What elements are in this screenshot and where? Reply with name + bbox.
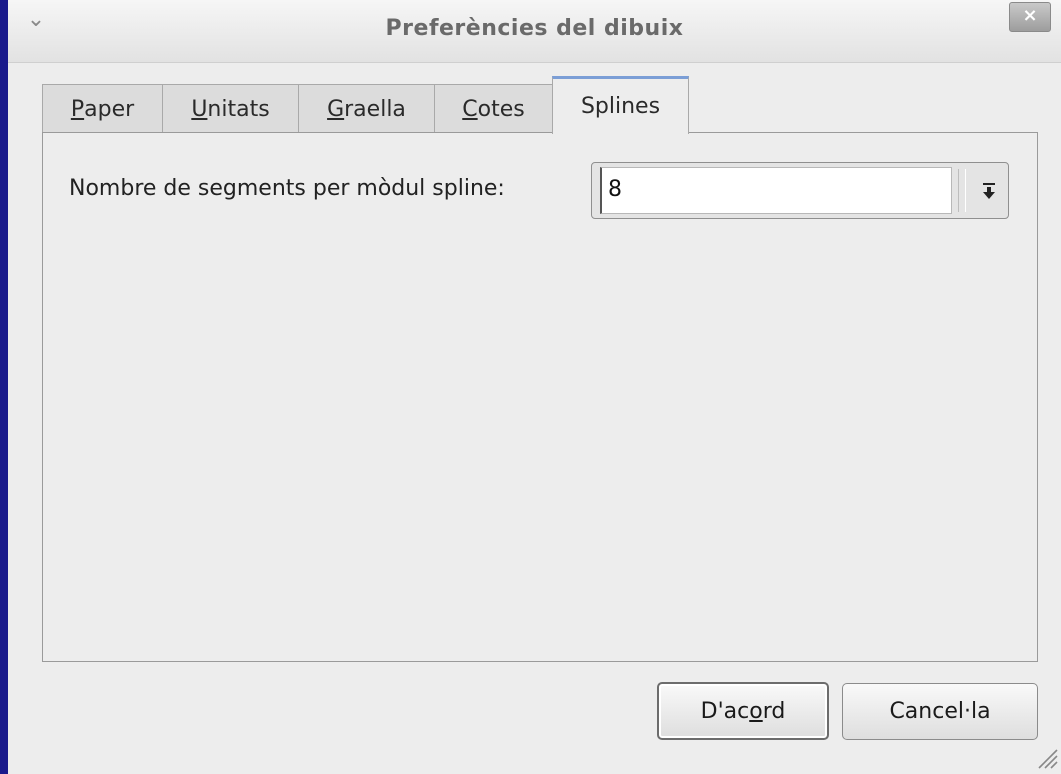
ok-label-pre: D'ac	[700, 698, 750, 724]
segments-input[interactable]	[608, 177, 938, 202]
segments-combo[interactable]	[591, 162, 1009, 219]
tab-cotes-mnemonic: C	[462, 96, 478, 122]
tab-splines-label: Splines	[580, 94, 661, 119]
tab-graella-label: raella	[344, 96, 406, 122]
tab-unitats-mnemonic: U	[191, 96, 208, 122]
tab-cotes[interactable]: Cotes	[434, 84, 553, 133]
window-title: Preferències del dibuix	[385, 16, 684, 41]
ok-label-post: rd	[762, 698, 786, 724]
tab-paper-mnemonic: P	[70, 96, 85, 122]
tab-unitats-label: nitats	[207, 96, 270, 122]
tab-graella[interactable]: Graella	[298, 84, 435, 133]
tab-cotes-label: otes	[477, 96, 525, 122]
segments-entry-frame[interactable]	[600, 167, 952, 214]
tab-graella-mnemonic: G	[327, 96, 345, 122]
splines-panel: Nombre de segments per mòdul spline:	[42, 132, 1038, 662]
tab-splines[interactable]: Splines	[552, 76, 689, 134]
segments-label: Nombre de segments per mòdul spline:	[69, 176, 505, 201]
ok-button[interactable]: D'ac o rd	[657, 682, 829, 740]
resize-grip-icon[interactable]	[1033, 744, 1059, 770]
tab-paper[interactable]: Paper	[42, 84, 163, 133]
close-button[interactable]: ×	[1009, 2, 1051, 32]
cancel-button[interactable]: Cancel·la	[842, 683, 1038, 740]
down-arrow-icon	[983, 182, 995, 199]
preferences-dialog: ⌄ Preferències del dibuix × Paper Unitat…	[8, 0, 1061, 774]
ok-label-mnemonic: o	[749, 698, 763, 724]
tab-paper-label: aper	[84, 96, 135, 122]
combo-separator	[958, 169, 966, 212]
tab-unitats[interactable]: Unitats	[162, 84, 299, 133]
title-bar[interactable]: ⌄ Preferències del dibuix ×	[8, 0, 1061, 63]
dropdown-arrow-icon[interactable]	[972, 163, 1006, 218]
